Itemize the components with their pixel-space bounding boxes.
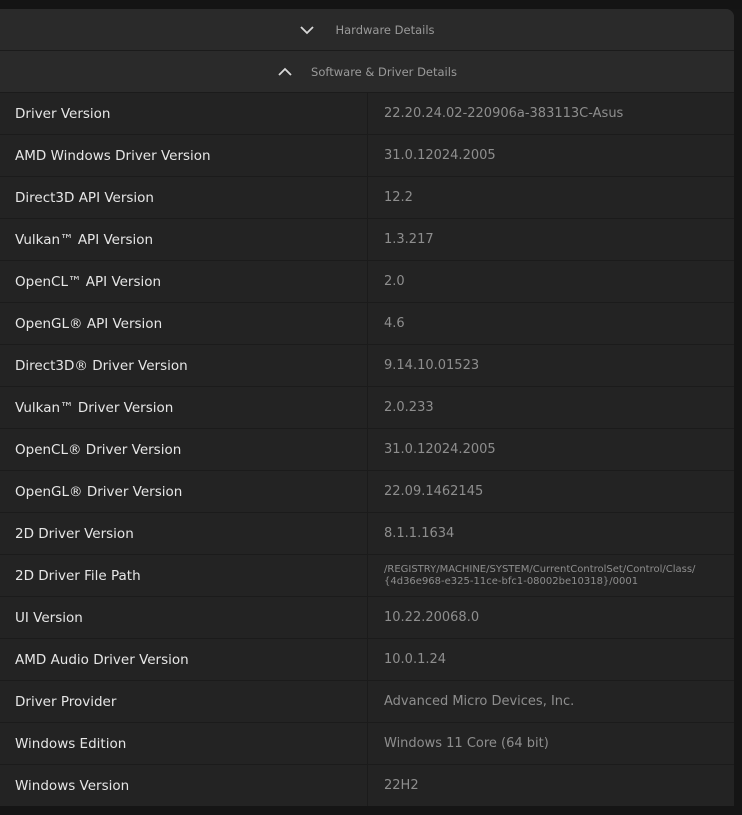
detail-row-opencl-api-version: OpenCL™ API Version 2.0 xyxy=(0,261,734,303)
detail-row-direct3d-api-version: Direct3D API Version 12.2 xyxy=(0,177,734,219)
detail-row-driver-provider: Driver Provider Advanced Micro Devices, … xyxy=(0,681,734,723)
row-label: Driver Provider xyxy=(0,681,368,722)
software-driver-details-toggle[interactable]: Software & Driver Details xyxy=(0,51,734,93)
detail-row-amd-audio-driver-version: AMD Audio Driver Version 10.0.1.24 xyxy=(0,639,734,681)
row-value: 4.6 xyxy=(384,316,405,331)
row-value: /REGISTRY/MACHINE/SYSTEM/CurrentControlS… xyxy=(384,563,696,587)
detail-row-direct3d-driver-version: Direct3D® Driver Version 9.14.10.01523 xyxy=(0,345,734,387)
row-label: 2D Driver File Path xyxy=(0,555,368,596)
software-driver-details-label: Software & Driver Details xyxy=(311,64,457,79)
detail-row-ui-version: UI Version 10.22.20068.0 xyxy=(0,597,734,639)
row-label: 2D Driver Version xyxy=(0,513,368,554)
row-value: 2.0 xyxy=(384,274,405,289)
row-label: OpenCL™ API Version xyxy=(0,261,368,302)
row-label: Vulkan™ Driver Version xyxy=(0,387,368,428)
row-value: 22H2 xyxy=(384,778,419,793)
row-label: OpenGL® Driver Version xyxy=(0,471,368,512)
row-label: Vulkan™ API Version xyxy=(0,219,368,260)
row-value: Advanced Micro Devices, Inc. xyxy=(384,694,575,709)
detail-row-2d-driver-file-path: 2D Driver File Path /REGISTRY/MACHINE/SY… xyxy=(0,555,734,597)
row-value: 9.14.10.01523 xyxy=(384,358,480,373)
details-table: Driver Version 22.20.24.02-220906a-38311… xyxy=(0,93,734,806)
detail-row-vulkan-driver-version: Vulkan™ Driver Version 2.0.233 xyxy=(0,387,734,429)
row-label: Windows Edition xyxy=(0,723,368,764)
row-label: AMD Windows Driver Version xyxy=(0,135,368,176)
row-label: Windows Version xyxy=(0,765,368,806)
detail-row-driver-version: Driver Version 22.20.24.02-220906a-38311… xyxy=(0,93,734,135)
detail-row-opengl-driver-version: OpenGL® Driver Version 22.09.1462145 xyxy=(0,471,734,513)
row-value: Windows 11 Core (64 bit) xyxy=(384,736,549,751)
detail-row-amd-windows-driver-version: AMD Windows Driver Version 31.0.12024.20… xyxy=(0,135,734,177)
detail-row-windows-version: Windows Version 22H2 xyxy=(0,765,734,806)
row-label: AMD Audio Driver Version xyxy=(0,639,368,680)
row-value: 31.0.12024.2005 xyxy=(384,148,496,163)
top-strip xyxy=(0,0,742,9)
detail-row-opencl-driver-version: OpenCL® Driver Version 31.0.12024.2005 xyxy=(0,429,734,471)
detail-row-windows-edition: Windows Edition Windows 11 Core (64 bit) xyxy=(0,723,734,765)
row-label: OpenCL® Driver Version xyxy=(0,429,368,470)
row-value: 2.0.233 xyxy=(384,400,434,415)
detail-row-2d-driver-version: 2D Driver Version 8.1.1.1634 xyxy=(0,513,734,555)
row-value: 31.0.12024.2005 xyxy=(384,442,496,457)
row-value: 22.20.24.02-220906a-383113C-Asus xyxy=(384,106,624,121)
row-value: 1.3.217 xyxy=(384,232,434,247)
app-window: Hardware Details Software & Driver Detai… xyxy=(0,0,742,815)
detail-row-opengl-api-version: OpenGL® API Version 4.6 xyxy=(0,303,734,345)
row-label: Direct3D® Driver Version xyxy=(0,345,368,386)
row-value: 8.1.1.1634 xyxy=(384,526,455,541)
row-value: 22.09.1462145 xyxy=(384,484,484,499)
row-label: UI Version xyxy=(0,597,368,638)
detail-row-vulkan-api-version: Vulkan™ API Version 1.3.217 xyxy=(0,219,734,261)
row-label: OpenGL® API Version xyxy=(0,303,368,344)
hardware-details-label: Hardware Details xyxy=(335,22,435,37)
row-value: 10.0.1.24 xyxy=(384,652,447,667)
chevron-up-icon xyxy=(277,64,293,80)
hardware-details-toggle[interactable]: Hardware Details xyxy=(0,9,734,51)
row-label: Direct3D API Version xyxy=(0,177,368,218)
chevron-down-icon xyxy=(299,22,315,38)
details-panel: Hardware Details Software & Driver Detai… xyxy=(0,9,734,806)
row-value: 10.22.20068.0 xyxy=(384,610,480,625)
row-label: Driver Version xyxy=(0,93,368,134)
row-value: 12.2 xyxy=(384,190,413,205)
